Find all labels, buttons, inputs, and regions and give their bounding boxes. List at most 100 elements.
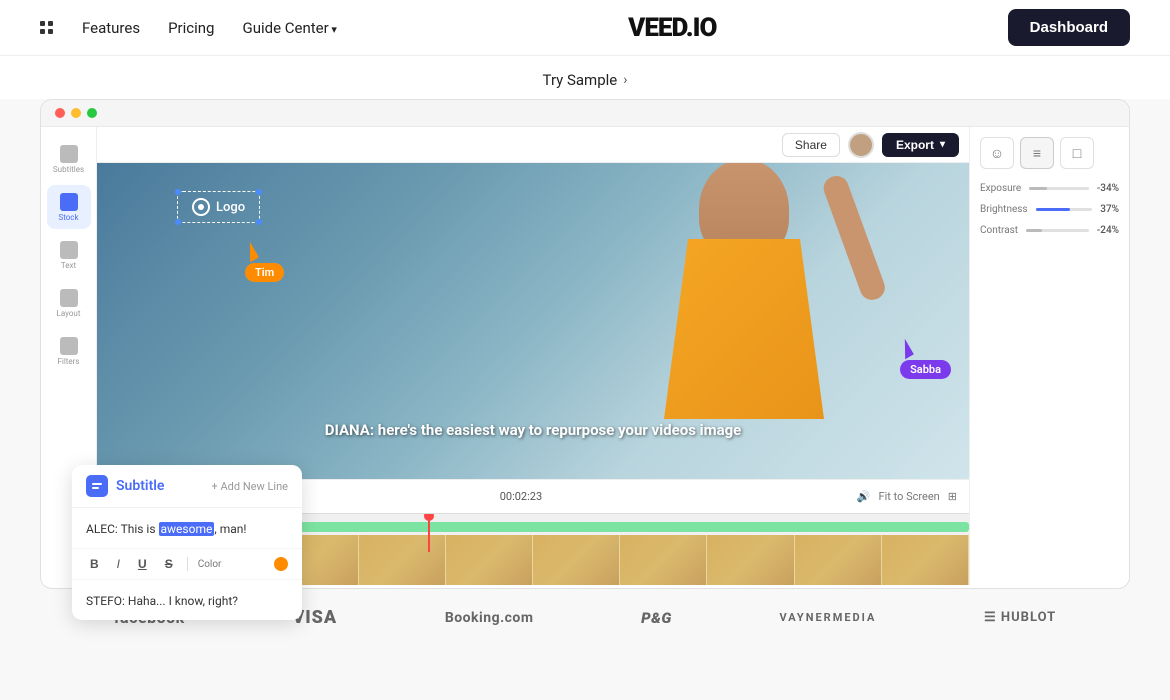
panel-section-adjustments: Exposure -34% Brightness 37% Contras (980, 183, 1119, 236)
try-sample-text: Try Sample (543, 71, 618, 89)
navigation: Features Pricing Guide Center VEED.IO Da… (0, 0, 1170, 56)
try-sample-link[interactable]: Try Sample › (543, 71, 628, 89)
site-logo: VEED.IO (628, 13, 716, 43)
contrast-slider[interactable] (1026, 229, 1089, 232)
thumb-8 (707, 535, 794, 585)
timecode: 00:02:23 (500, 490, 542, 503)
text-label: Text (61, 261, 76, 270)
subtitle-panel-title: Subtitle (86, 475, 164, 497)
features-link[interactable]: Features (82, 19, 140, 37)
contrast-value: -24% (1097, 225, 1119, 236)
exposure-label: Exposure (980, 183, 1021, 194)
guide-center-link[interactable]: Guide Center (242, 19, 336, 37)
logo-circle-icon (192, 198, 210, 216)
filters-icon (60, 337, 78, 355)
timeline-playhead[interactable] (428, 514, 430, 552)
corner-handle-bl[interactable] (175, 219, 181, 225)
video-subtitle: DIANA: here's the easiest way to repurpo… (97, 421, 969, 439)
tim-cursor-label: Tim (245, 263, 284, 282)
sidebar-item-filters[interactable]: Filters (47, 329, 91, 373)
dashboard-button[interactable]: Dashboard (1008, 9, 1130, 46)
color-label: Color (198, 559, 222, 570)
panel-tab-adjustments[interactable]: ≡ (1020, 137, 1054, 169)
thumb-6 (533, 535, 620, 585)
subtitle-panel-icon (86, 475, 108, 497)
filters-label: Filters (57, 357, 79, 366)
sabba-cursor: Sabba (900, 340, 951, 379)
color-picker[interactable] (274, 557, 288, 571)
nav-left: Features Pricing Guide Center (40, 19, 337, 37)
brand-vaynermedia: VAYNERMEDIA (779, 611, 876, 624)
stock-icon (60, 193, 78, 211)
corner-handle-tl[interactable] (175, 189, 181, 195)
features-icon (40, 21, 54, 35)
elements-icon (60, 289, 78, 307)
text-icon (60, 241, 78, 259)
export-arrow: ▾ (940, 139, 945, 150)
brightness-value: 37% (1100, 204, 1119, 215)
bold-button[interactable]: B (86, 555, 103, 573)
brightness-slider[interactable] (1036, 208, 1093, 211)
sidebar-item-elements[interactable]: Layout (47, 281, 91, 325)
brand-pg: P&G (641, 609, 672, 627)
contrast-label: Contrast (980, 225, 1018, 236)
controls-center: 00:02:23 (500, 490, 542, 503)
sabba-cursor-label: Sabba (900, 360, 951, 379)
subtitle-text-1: ALEC: This is awesome, man! (86, 522, 246, 536)
user-avatar (848, 132, 874, 158)
subtitle-panel-title-text: Subtitle (116, 478, 164, 494)
brightness-label: Brightness (980, 204, 1028, 215)
editor-toolbar: Share Export ▾ (97, 127, 969, 163)
subtitle-text-block-1[interactable]: ALEC: This is awesome, man! (72, 508, 302, 549)
logo-overlay[interactable]: Logo (177, 191, 260, 223)
brightness-row: Brightness 37% (980, 204, 1119, 215)
strikethrough-button[interactable]: S (161, 555, 177, 573)
close-dot (55, 108, 65, 118)
brightness-fill (1036, 208, 1070, 211)
italic-button[interactable]: I (113, 555, 124, 573)
logo-text: Logo (216, 200, 245, 215)
tim-cursor: Tim (245, 243, 284, 282)
format-divider (187, 557, 188, 571)
sidebar-item-text[interactable]: Text (47, 233, 91, 277)
nav-right: Dashboard (1008, 9, 1130, 46)
subtitle-text-block-2[interactable]: STEFO: Haha... I know, right? (72, 580, 302, 620)
share-button[interactable]: Share (782, 133, 840, 157)
volume-icon: 🔊 (857, 490, 871, 503)
brand-hublot: ☰ HUBLOT (984, 610, 1056, 625)
highlight-awesome: awesome (159, 522, 215, 536)
thumb-10 (882, 535, 969, 585)
panel-tabs: ☺ ≡ □ (980, 137, 1119, 169)
panel-tab-face[interactable]: ☺ (980, 137, 1014, 169)
try-sample-bar: Try Sample › (0, 56, 1170, 99)
underline-button[interactable]: U (134, 555, 151, 573)
video-canvas[interactable]: Logo Tim Sabba DIANA: here's th (97, 163, 969, 479)
contrast-row: Contrast -24% (980, 225, 1119, 236)
exposure-value: -34% (1097, 183, 1119, 194)
subtitle-panel: Subtitle + Add New Line ALEC: This is aw… (72, 465, 302, 620)
sidebar-item-stock[interactable]: Stock (47, 185, 91, 229)
thumb-7 (620, 535, 707, 585)
exposure-row: Exposure -34% (980, 183, 1119, 194)
add-new-line-button[interactable]: + Add New Line (212, 480, 288, 493)
pricing-link[interactable]: Pricing (168, 19, 214, 37)
stock-label: Stock (58, 213, 78, 222)
contrast-fill (1026, 229, 1042, 232)
panel-tab-crop[interactable]: □ (1060, 137, 1094, 169)
controls-right: 🔊 Fit to Screen ⊞ (857, 490, 957, 503)
export-button[interactable]: Export ▾ (882, 133, 959, 157)
subtitles-icon (60, 145, 78, 163)
sidebar-item-subtitles[interactable]: Subtitles (47, 137, 91, 181)
expand-icon: ⊞ (948, 490, 957, 503)
minimize-dot (71, 108, 81, 118)
subtitle-panel-header: Subtitle + Add New Line (72, 465, 302, 508)
window-chrome (41, 100, 1129, 127)
elements-label: Layout (57, 309, 81, 318)
editor-right-panel: ☺ ≡ □ Exposure -34% Brightness (969, 127, 1129, 585)
fit-screen-label[interactable]: Fit to Screen (879, 490, 940, 503)
subtitle-format-bar: B I U S Color (72, 549, 302, 580)
woman-top (664, 239, 824, 419)
exposure-slider[interactable] (1029, 187, 1089, 190)
grid-icon (40, 21, 54, 35)
subtitles-label: Subtitles (53, 165, 84, 174)
